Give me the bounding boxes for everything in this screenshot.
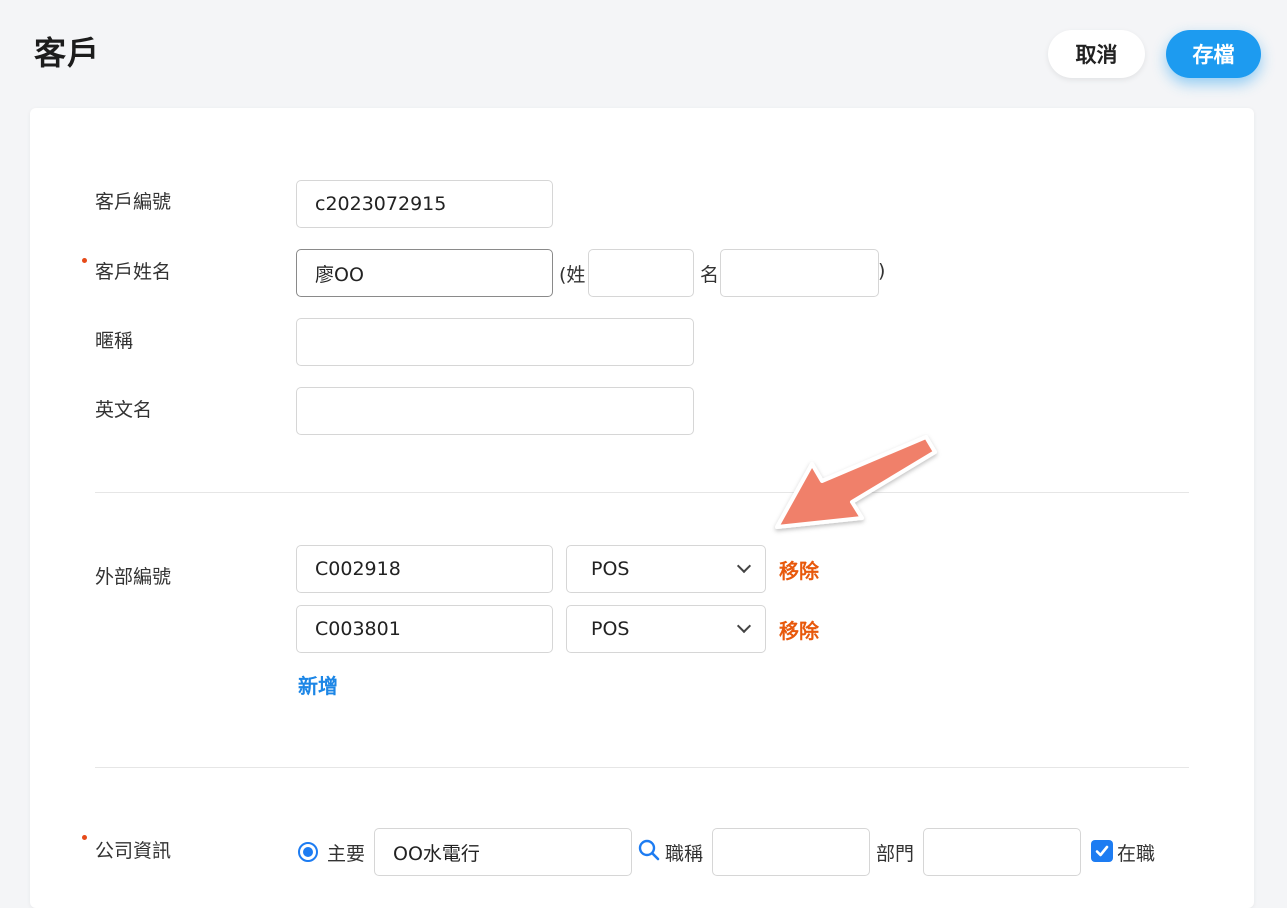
page-title: 客戶	[34, 34, 101, 72]
annotation-arrow-icon	[760, 425, 950, 555]
department-label: 部門	[876, 843, 915, 865]
remove-button[interactable]: 移除	[779, 555, 819, 584]
customer-no-label: 客戶編號	[95, 191, 172, 213]
employed-checkbox[interactable]	[1091, 840, 1113, 862]
given-name-label: 名	[700, 264, 720, 286]
english-name-label: 英文名	[95, 399, 153, 421]
employed-label: 在職	[1117, 843, 1156, 865]
external-no-label: 外部編號	[95, 566, 172, 588]
external-source-select[interactable]: POS	[566, 545, 766, 593]
nickname-label: 暱稱	[95, 330, 134, 352]
company-name-field[interactable]: OO水電行	[374, 828, 632, 876]
required-indicator	[82, 835, 87, 840]
external-code-field[interactable]: C002918	[296, 545, 553, 593]
add-external-button[interactable]: 新增	[298, 670, 338, 699]
select-value: POS	[591, 618, 630, 640]
nickname-field[interactable]	[296, 318, 694, 366]
close-paren: )	[878, 260, 886, 282]
given-name-field[interactable]	[720, 249, 879, 297]
search-icon[interactable]	[637, 838, 661, 862]
customer-name-field[interactable]: 廖OO	[296, 249, 553, 297]
english-name-field[interactable]	[296, 387, 694, 435]
external-source-select[interactable]: POS	[566, 605, 766, 653]
job-title-label: 職稱	[665, 843, 704, 865]
primary-radio[interactable]	[298, 842, 318, 862]
chevron-down-icon	[736, 618, 752, 634]
save-button[interactable]: 存檔	[1166, 30, 1261, 78]
cancel-button[interactable]: 取消	[1048, 30, 1145, 78]
form-card	[30, 108, 1254, 908]
section-divider	[95, 492, 1189, 493]
chevron-down-icon	[736, 558, 752, 574]
department-field[interactable]	[923, 828, 1081, 876]
surname-field[interactable]	[588, 249, 694, 297]
required-indicator	[82, 258, 87, 263]
customer-name-label: 客戶姓名	[95, 261, 172, 283]
external-code-field[interactable]: C003801	[296, 605, 553, 653]
primary-label: 主要	[327, 843, 366, 865]
remove-button[interactable]: 移除	[779, 615, 819, 644]
job-title-field[interactable]	[712, 828, 870, 876]
section-divider	[95, 767, 1189, 768]
customer-no-field[interactable]: c2023072915	[296, 180, 553, 228]
select-value: POS	[591, 558, 630, 580]
company-info-label: 公司資訊	[95, 840, 172, 862]
surname-prefix: (姓	[559, 264, 586, 286]
